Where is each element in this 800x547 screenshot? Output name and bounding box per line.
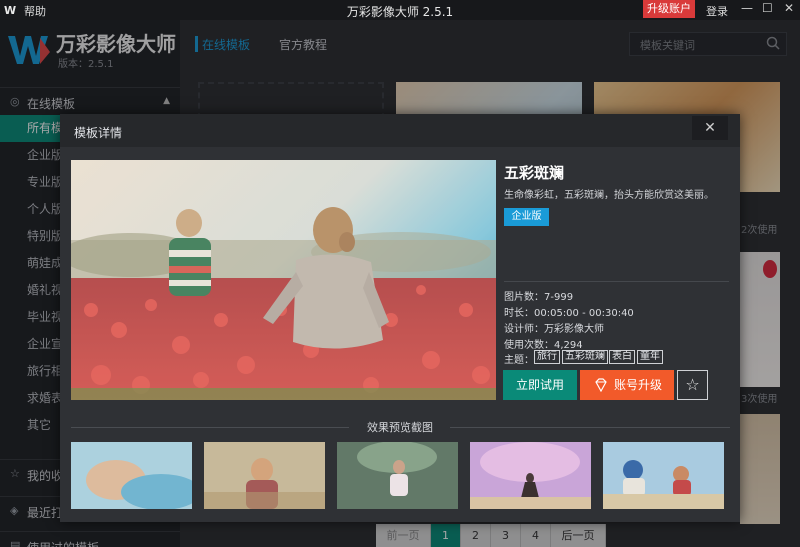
upgrade-account-button[interactable]: 升级账户 <box>643 0 695 18</box>
edition-badge: 企业版 <box>504 208 549 226</box>
minimize-icon[interactable]: — <box>741 1 753 15</box>
divider <box>504 281 729 282</box>
template-name: 五彩斑斓 <box>504 164 565 182</box>
tag-travel[interactable]: 旅行 <box>534 350 560 364</box>
duration: 时长：00:05:00 - 00:30:40 <box>504 308 634 319</box>
tag-confession[interactable]: 表白 <box>609 350 635 364</box>
preview-screenshot[interactable] <box>71 442 192 509</box>
preview-screenshot[interactable] <box>470 442 591 509</box>
upgrade-button-label: 账号升级 <box>614 378 663 392</box>
designer: 设计师：万彩影像大师 <box>504 324 604 335</box>
try-now-button[interactable]: 立即试用 <box>503 370 577 400</box>
upgrade-account-button[interactable]: 账号升级 <box>580 370 674 400</box>
diamond-icon <box>595 378 607 392</box>
template-description: 生命像彩虹，五彩斑斓，抬头方能欣赏这美丽。 <box>504 190 714 201</box>
modal-title: 模板详情 <box>74 126 123 140</box>
close-icon[interactable]: ✕ <box>784 1 794 15</box>
screenshots-heading: 效果预览截图 <box>367 421 433 434</box>
modal-close-button[interactable]: ✕ <box>692 116 728 140</box>
tag-colorful[interactable]: 五彩斑斓 <box>562 350 608 364</box>
theme-label: 主题： <box>504 355 534 366</box>
image-count: 图片数：7-999 <box>504 292 574 303</box>
preview-screenshot[interactable] <box>337 442 458 509</box>
title-bar: W 帮助 万彩影像大师 2.5.1 升级账户 登录 — ☐ ✕ <box>0 0 800 20</box>
template-detail-modal: 模板详情 ✕ 五彩斑斓 生命像彩虹，五彩斑斓，抬头方能欣赏这美丽。 企业版 图片… <box>60 114 740 522</box>
preview-screenshot[interactable] <box>204 442 325 509</box>
tag-childhood[interactable]: 童年 <box>637 350 663 364</box>
preview-screenshot[interactable] <box>603 442 724 509</box>
login-button[interactable]: 登录 <box>706 3 728 19</box>
usage-count: 使用次数：4,294 <box>504 340 583 351</box>
maximize-icon[interactable]: ☐ <box>762 1 773 15</box>
favorite-star-icon[interactable]: ☆ <box>677 370 708 400</box>
modal-header: 模板详情 ✕ <box>60 114 740 147</box>
template-preview-image[interactable] <box>71 160 496 400</box>
